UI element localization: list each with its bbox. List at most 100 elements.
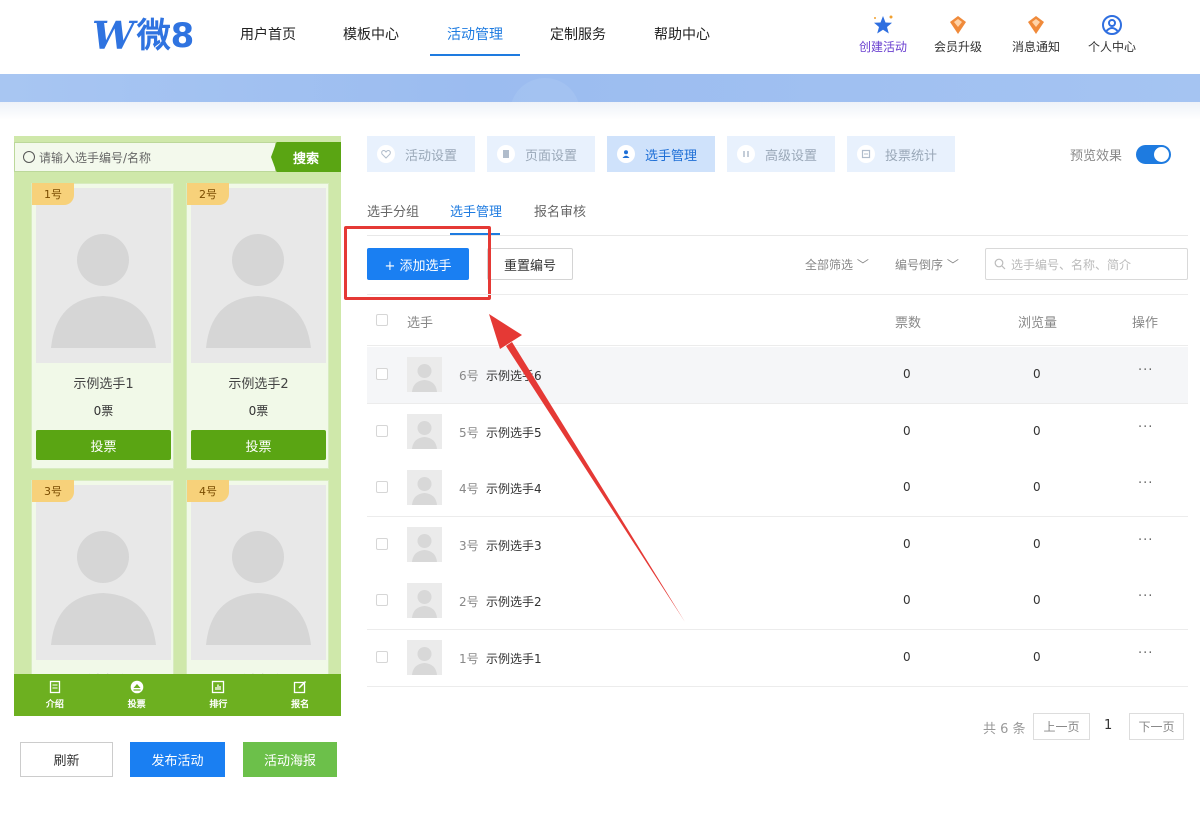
- page-icon: [497, 145, 515, 163]
- filter-all-label: 全部筛选: [805, 258, 854, 272]
- preview-tab-vote[interactable]: 投票: [96, 674, 178, 716]
- preview-toggle-label: 预览效果: [1070, 149, 1123, 164]
- preview-search-input[interactable]: 请输入选手编号/名称: [14, 142, 276, 172]
- preview-tab-signup[interactable]: 报名: [259, 674, 341, 716]
- refresh-button[interactable]: 刷新: [20, 742, 113, 777]
- preview-search-button[interactable]: 搜索: [271, 142, 341, 172]
- preview-tab-bar: 介绍 投票 排行 报名: [14, 674, 341, 716]
- vote-icon: [130, 680, 143, 694]
- sort-dropdown[interactable]: 编号倒序 ﹀: [895, 256, 959, 273]
- player-card[interactable]: 1号 示例选手1 0票 投票: [31, 183, 174, 469]
- profile-button[interactable]: 个人中心: [1082, 14, 1142, 55]
- person-silhouette-icon: [412, 647, 437, 675]
- publish-activity-button[interactable]: 发布活动: [130, 742, 225, 777]
- table-row[interactable]: 5号 示例选手5 0 0 ···: [367, 404, 1188, 461]
- row-checkbox[interactable]: [376, 594, 388, 606]
- subtab-player-groups[interactable]: 选手分组: [367, 201, 419, 220]
- preview-toggle-switch[interactable]: [1136, 145, 1171, 164]
- settings-icon: [737, 145, 755, 163]
- preview-tab-intro[interactable]: 介绍: [14, 674, 96, 716]
- more-actions-button[interactable]: ···: [1138, 646, 1153, 661]
- heart-icon: [377, 145, 395, 163]
- player-search-placeholder: 选手编号、名称、简介: [1011, 257, 1132, 272]
- search-icon: [23, 151, 35, 163]
- member-upgrade-button[interactable]: 会员升级: [928, 14, 988, 55]
- row-checkbox[interactable]: [376, 651, 388, 663]
- view-count: 0: [1033, 537, 1041, 551]
- nav-active-underline: [430, 54, 520, 56]
- player-search-input[interactable]: 选手编号、名称、简介: [985, 248, 1188, 280]
- table-row[interactable]: 2号 示例选手2 0 0 ···: [367, 573, 1188, 630]
- table-row[interactable]: 6号 示例选手6 0 0 ···: [367, 347, 1188, 404]
- player-name: 示例选手2: [486, 595, 542, 609]
- tab-vote-stats[interactable]: 投票统计: [847, 136, 955, 172]
- more-actions-button[interactable]: ···: [1138, 589, 1153, 604]
- tab-label: 高级设置: [765, 148, 818, 164]
- tab-label: 活动设置: [405, 148, 458, 164]
- logo-w: W: [92, 13, 135, 58]
- banner-fade: [0, 102, 1200, 120]
- table-row[interactable]: 3号 示例选手3 0 0 ···: [367, 517, 1188, 574]
- player-photo-placeholder: [191, 188, 326, 363]
- edit-icon: [293, 680, 307, 694]
- nav-activity-management[interactable]: 活动管理: [447, 24, 503, 44]
- next-page-button[interactable]: 下一页: [1129, 713, 1184, 740]
- player-votes: 0票: [248, 404, 269, 418]
- chevron-down-icon: ﹀: [946, 258, 959, 272]
- prev-page-button[interactable]: 上一页: [1033, 713, 1090, 740]
- player-name: 示例选手3: [486, 539, 542, 553]
- player-number-badge: 2号: [187, 183, 229, 205]
- nav-home[interactable]: 用户首页: [240, 24, 296, 44]
- activity-poster-button[interactable]: 活动海报: [243, 742, 337, 777]
- row-checkbox[interactable]: [376, 425, 388, 437]
- vote-button[interactable]: 投票: [36, 430, 171, 460]
- tab-label: 页面设置: [525, 148, 578, 164]
- notification-icon: [1028, 16, 1044, 34]
- create-activity-button[interactable]: 创建活动: [853, 14, 913, 55]
- nav-custom-service[interactable]: 定制服务: [550, 24, 606, 44]
- tab-player-management[interactable]: 选手管理: [607, 136, 715, 172]
- player-card[interactable]: 2号 示例选手2 0票 投票: [186, 183, 329, 469]
- filter-all-dropdown[interactable]: 全部筛选 ﹀: [805, 256, 869, 273]
- more-actions-button[interactable]: ···: [1138, 533, 1153, 548]
- player-avatar: [407, 470, 442, 505]
- player-number-badge: 3号: [32, 480, 74, 502]
- player-name: 示例选手6: [486, 369, 542, 383]
- vote-button[interactable]: 投票: [191, 430, 326, 460]
- notifications-button[interactable]: 消息通知: [1006, 14, 1066, 55]
- more-actions-button[interactable]: ···: [1138, 476, 1153, 491]
- subtab-player-management[interactable]: 选手管理: [450, 201, 502, 220]
- player-number: 4号: [459, 482, 479, 496]
- top-navbar: W 微8 用户首页 模板中心 活动管理 定制服务 帮助中心 创建活动 会员升级 …: [0, 0, 1200, 74]
- person-silhouette-icon: [412, 477, 437, 505]
- view-count: 0: [1033, 424, 1041, 438]
- player-name: 示例选手1: [73, 377, 134, 392]
- nav-templates[interactable]: 模板中心: [343, 24, 399, 44]
- nav-help[interactable]: 帮助中心: [654, 24, 710, 44]
- preview-tab-rank[interactable]: 排行: [178, 674, 260, 716]
- subtab-registration-review[interactable]: 报名审核: [534, 201, 586, 220]
- row-checkbox[interactable]: [376, 481, 388, 493]
- tab-activity-settings[interactable]: 活动设置: [367, 136, 475, 172]
- reset-numbering-button[interactable]: 重置编号: [487, 248, 573, 280]
- logo-text: 微8: [136, 16, 195, 56]
- player-avatar: [407, 357, 442, 392]
- person-silhouette-icon: [412, 534, 437, 562]
- row-checkbox[interactable]: [376, 538, 388, 550]
- table-row[interactable]: 4号 示例选手4 0 0 ···: [367, 460, 1188, 517]
- header-banner: [0, 74, 1200, 102]
- row-checkbox[interactable]: [376, 368, 388, 380]
- brand-logo[interactable]: W 微8: [92, 14, 194, 58]
- current-page[interactable]: 1: [1104, 718, 1112, 733]
- table-row[interactable]: 1号 示例选手1 0 0 ···: [367, 630, 1188, 687]
- tab-advanced-settings[interactable]: 高级设置: [727, 136, 835, 172]
- chart-icon: [212, 680, 225, 694]
- player-number: 5号: [459, 426, 479, 440]
- tab-page-settings[interactable]: 页面设置: [487, 136, 595, 172]
- tab-label: 选手管理: [645, 148, 698, 164]
- more-actions-button[interactable]: ···: [1138, 420, 1153, 435]
- sort-label: 编号倒序: [895, 258, 944, 272]
- more-actions-button[interactable]: ···: [1138, 363, 1153, 378]
- select-all-checkbox[interactable]: [376, 314, 388, 326]
- view-count: 0: [1033, 367, 1041, 381]
